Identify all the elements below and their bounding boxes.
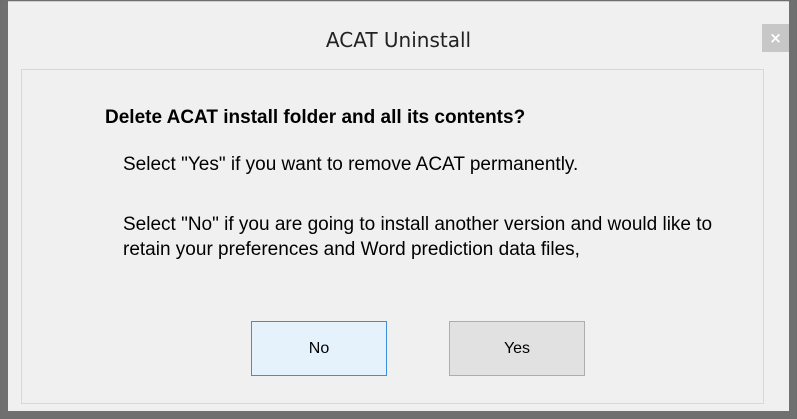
close-icon: ×	[769, 28, 782, 47]
dialog-heading: Delete ACAT install folder and all its c…	[105, 107, 526, 128]
no-info-text: Select "No" if you are going to install …	[123, 214, 713, 260]
yes-button[interactable]: Yes	[449, 321, 585, 376]
no-button[interactable]: No	[251, 321, 387, 376]
dialog-content: Delete ACAT install folder and all its c…	[21, 69, 764, 404]
window-title: ACAT Uninstall	[325, 28, 472, 52]
close-button[interactable]: ×	[762, 24, 789, 52]
yes-info-text: Select "Yes" if you want to remove ACAT …	[123, 154, 579, 175]
title-bar[interactable]: ACAT Uninstall ×	[8, 1, 789, 58]
dialog-window: ACAT Uninstall × Delete ACAT install fol…	[0, 0, 797, 419]
